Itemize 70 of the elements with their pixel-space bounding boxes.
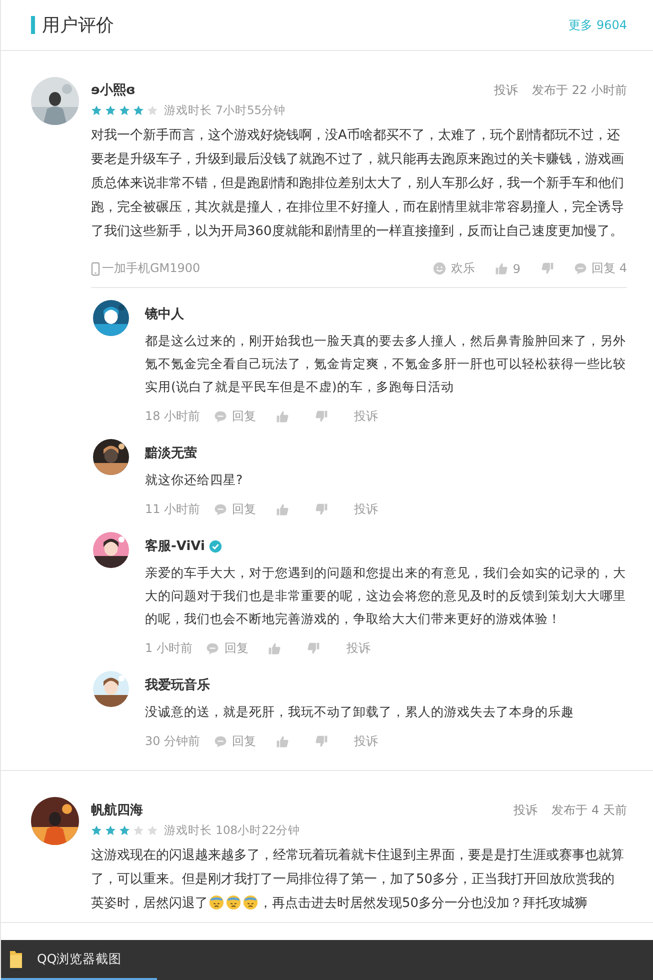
reply-time: 30 分钟前 — [145, 733, 200, 750]
user-name: 黯淡无萤 — [145, 444, 197, 462]
reply-time: 1 小时前 — [145, 640, 192, 657]
report-link[interactable]: 投诉 — [494, 82, 518, 98]
user-name: 客服-ViVi — [145, 538, 205, 555]
sweat-face-icon — [226, 895, 241, 910]
speech-bubble-icon — [206, 642, 220, 655]
thumbs-down-icon[interactable] — [315, 410, 328, 423]
play-time: 游戏时长 108小时22分钟 — [164, 823, 300, 838]
thumbs-up-icon[interactable] — [276, 503, 290, 516]
star-icon — [147, 825, 158, 836]
phone-icon — [91, 262, 100, 276]
verified-badge-icon — [208, 540, 222, 552]
reply-button[interactable]: 回复 — [206, 640, 248, 657]
smiley-icon — [432, 262, 446, 275]
thumbs-down-icon[interactable] — [540, 262, 554, 275]
reply-text: 都是这么过来的，刚开始我也一脸天真的要去多人撞人，然后鼻青脸肿回来了，另外氪不氪金完全看自己玩法了，氪金肯定爽，不氪金多肝一肝也可以轻松获得一些比较实用(说白了就是平民车但是不虚)的车，多跑每日活动 — [145, 332, 627, 396]
star-icon — [147, 105, 158, 116]
star-icon — [91, 825, 102, 836]
more-link[interactable]: 更多 9604 — [568, 16, 627, 34]
play-time: 游戏时长 7小时55分钟 — [164, 103, 286, 118]
reply-button[interactable]: 回复 — [214, 733, 256, 750]
reply-button[interactable]: 回复 — [214, 408, 256, 425]
funny-button[interactable]: 欢乐 — [432, 260, 475, 277]
report-link[interactable]: 投诉 — [514, 802, 538, 818]
reply-text: 没诚意的送，就是死肝，我玩不动了卸载了，累人的游戏失去了本身的乐趣 — [145, 703, 575, 721]
device-name: 一加手机GM1900 — [102, 260, 200, 277]
thumbs-up-icon[interactable] — [276, 735, 290, 748]
report-link[interactable]: 投诉 — [354, 408, 378, 425]
user-name: 镜中人 — [145, 306, 184, 323]
thumbs-down-icon[interactable] — [315, 735, 328, 748]
post-time: 发布于 4 天前 — [552, 802, 627, 818]
review-text: 这游戏现在的闪退越来越多了，经常玩着玩着就卡住退到主界面，要是是打生涯或赛事也就算了，可以重来。但是刚才我打了一局排位得了第一，加了50多分，正当我打开回放欣赏我的英姿时，居然闪退了 ，再点击进去时居然发现50多分一分也没加？拜托攻城狮 — [91, 847, 625, 913]
section-title: 用户评价 — [42, 14, 114, 37]
report-link[interactable]: 投诉 — [354, 501, 378, 518]
star-icon — [105, 105, 116, 116]
thumbs-down-icon[interactable] — [315, 503, 328, 516]
star-icon — [105, 825, 116, 836]
taskbar-item[interactable]: QQ浏览器截图 — [1, 940, 157, 980]
star-icon — [133, 105, 144, 116]
user-name: 我爱玩音乐 — [145, 676, 210, 694]
thumbs-up-icon[interactable] — [268, 642, 282, 655]
review-text: 对我一个新手而言，这个游戏好烧钱啊，没A币啥都买不了，太难了，玩个剧情都玩不过，还要老是升级车子，升级到最后没钱了就跑不过了，就只能再去跑原来跑过的关卡赚钱，游戏画质总体来说非常不错，但是跑剧情和跑排位差别太大了，别人车那么好，我一个新手车和他们跑，完全被碾压，其次就是撞人，在排位里不好撞人，而在剧情里就非常容易撞人，完全诱导了我们这些新手，以为开局360度就能和剧情里的一样直接撞到，反而让自己速度更加慢了。 — [91, 127, 625, 241]
star-icon — [91, 105, 102, 116]
reply-text: 亲爱的车手大大，对于您遇到的问题和您提出来的有意见，我们会如实的记录的，大大的问题对于我们也是非常重要的呢，这边会将您的意见及时的反馈到策划大大哪里的呢，我们也会不断地完善游戏的，争取给大大们带来更好的游戏体验！ — [145, 564, 627, 628]
report-link[interactable]: 投诉 — [346, 640, 370, 657]
speech-bubble-icon — [214, 735, 228, 748]
post-time: 发布于 22 小时前 — [532, 82, 627, 98]
speech-bubble-icon — [214, 410, 228, 423]
star-icon — [119, 105, 130, 116]
report-link[interactable]: 投诉 — [354, 733, 378, 750]
star-icon — [133, 825, 144, 836]
folder-icon — [9, 949, 23, 969]
like-button[interactable]: 9 — [494, 262, 521, 276]
thumbs-up-icon[interactable] — [276, 410, 290, 423]
user-name: ɘ小熙ɞ — [91, 82, 136, 99]
speech-bubble-icon — [574, 262, 587, 275]
thumbs-up-icon — [494, 262, 508, 275]
reply-time: 11 小时前 — [145, 501, 200, 518]
sweat-face-icon — [209, 895, 224, 910]
thumbs-down-icon[interactable] — [307, 642, 320, 655]
user-name: 帆航四海 — [91, 802, 143, 819]
sweat-face-icon — [243, 895, 258, 910]
star-icon — [119, 825, 130, 836]
reply-time: 18 小时前 — [145, 408, 200, 425]
speech-bubble-icon — [214, 503, 228, 516]
reply-button[interactable]: 回复 — [214, 501, 256, 518]
reply-button[interactable]: 回复 4 — [574, 260, 627, 277]
reply-text: 就这你还给四星? — [145, 471, 244, 489]
title-accent-bar — [31, 16, 35, 34]
